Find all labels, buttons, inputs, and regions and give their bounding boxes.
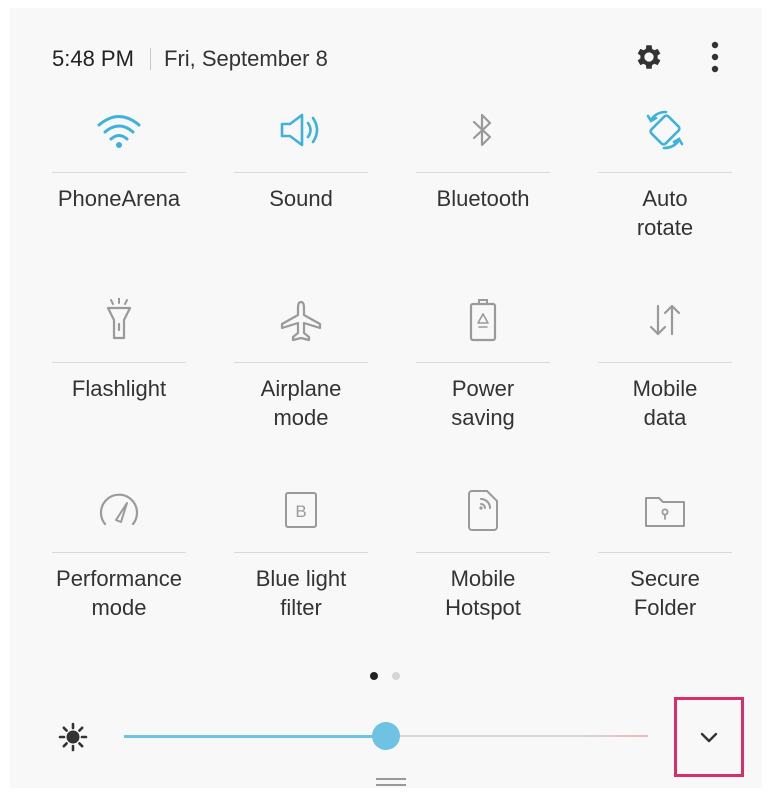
chevron-down-icon	[700, 732, 718, 743]
tile-label: Power saving	[451, 376, 515, 430]
date: Fri, September 8	[164, 46, 328, 71]
blue-light-filter-icon: B	[285, 492, 317, 528]
secure-folder-icon	[645, 497, 685, 527]
clock: 5:48 PM	[52, 46, 134, 71]
tile-label: Bluetooth	[436, 186, 530, 211]
tile-divider	[234, 362, 368, 363]
brightness-slider[interactable]	[124, 722, 648, 750]
drag-handle[interactable]	[375, 777, 407, 787]
tile-label: Mobile data	[632, 376, 698, 430]
battery-saver-icon	[469, 299, 497, 342]
page-dot-inactive[interactable]	[392, 672, 400, 680]
tile-label: Airplane mode	[260, 376, 342, 430]
more-vertical-icon	[711, 41, 719, 73]
tile-label: Flashlight	[71, 376, 167, 401]
expand-button[interactable]	[674, 697, 744, 777]
brightness-icon	[58, 722, 88, 752]
tile-label: Sound	[269, 186, 333, 211]
page-indicator	[370, 672, 410, 684]
tile-divider	[598, 552, 732, 553]
tile-divider	[416, 552, 550, 553]
tile-label: Mobile Hotspot	[445, 566, 521, 620]
brightness-slider-thumb[interactable]	[372, 722, 400, 750]
gauge-icon	[99, 493, 139, 526]
tile-divider	[598, 362, 732, 363]
page-dot-active[interactable]	[370, 672, 378, 680]
settings-button[interactable]	[632, 40, 666, 74]
wifi-icon	[97, 115, 141, 148]
tile-divider	[234, 552, 368, 553]
tile-label: Performance mode	[56, 566, 182, 620]
airplane-icon	[280, 300, 322, 342]
tile-divider	[234, 172, 368, 173]
tile-divider	[416, 172, 550, 173]
gear-icon	[637, 45, 661, 69]
speaker-icon	[280, 113, 319, 147]
bluetooth-icon	[472, 113, 492, 147]
status-bar: 5:48 PM Fri, September 8	[52, 36, 742, 80]
tile-divider	[52, 172, 186, 173]
more-options-button[interactable]	[700, 40, 730, 74]
separator	[150, 48, 151, 70]
tile-divider	[52, 552, 186, 553]
tile-label: Secure Folder	[630, 566, 700, 620]
tile-label: Blue light filter	[255, 566, 347, 620]
mobile-data-icon	[649, 304, 681, 336]
tile-divider	[416, 362, 550, 363]
brightness-track	[386, 735, 648, 737]
tile-label: Auto rotate	[636, 186, 694, 240]
hotspot-icon	[468, 490, 498, 531]
blue-light-glyph: B	[295, 502, 306, 521]
auto-rotate-icon	[646, 110, 684, 150]
tile-divider	[52, 362, 186, 363]
flashlight-icon	[106, 298, 132, 340]
brightness-track-fill	[124, 735, 386, 738]
tile-divider	[598, 172, 732, 173]
tile-label: PhoneArena	[57, 186, 181, 211]
